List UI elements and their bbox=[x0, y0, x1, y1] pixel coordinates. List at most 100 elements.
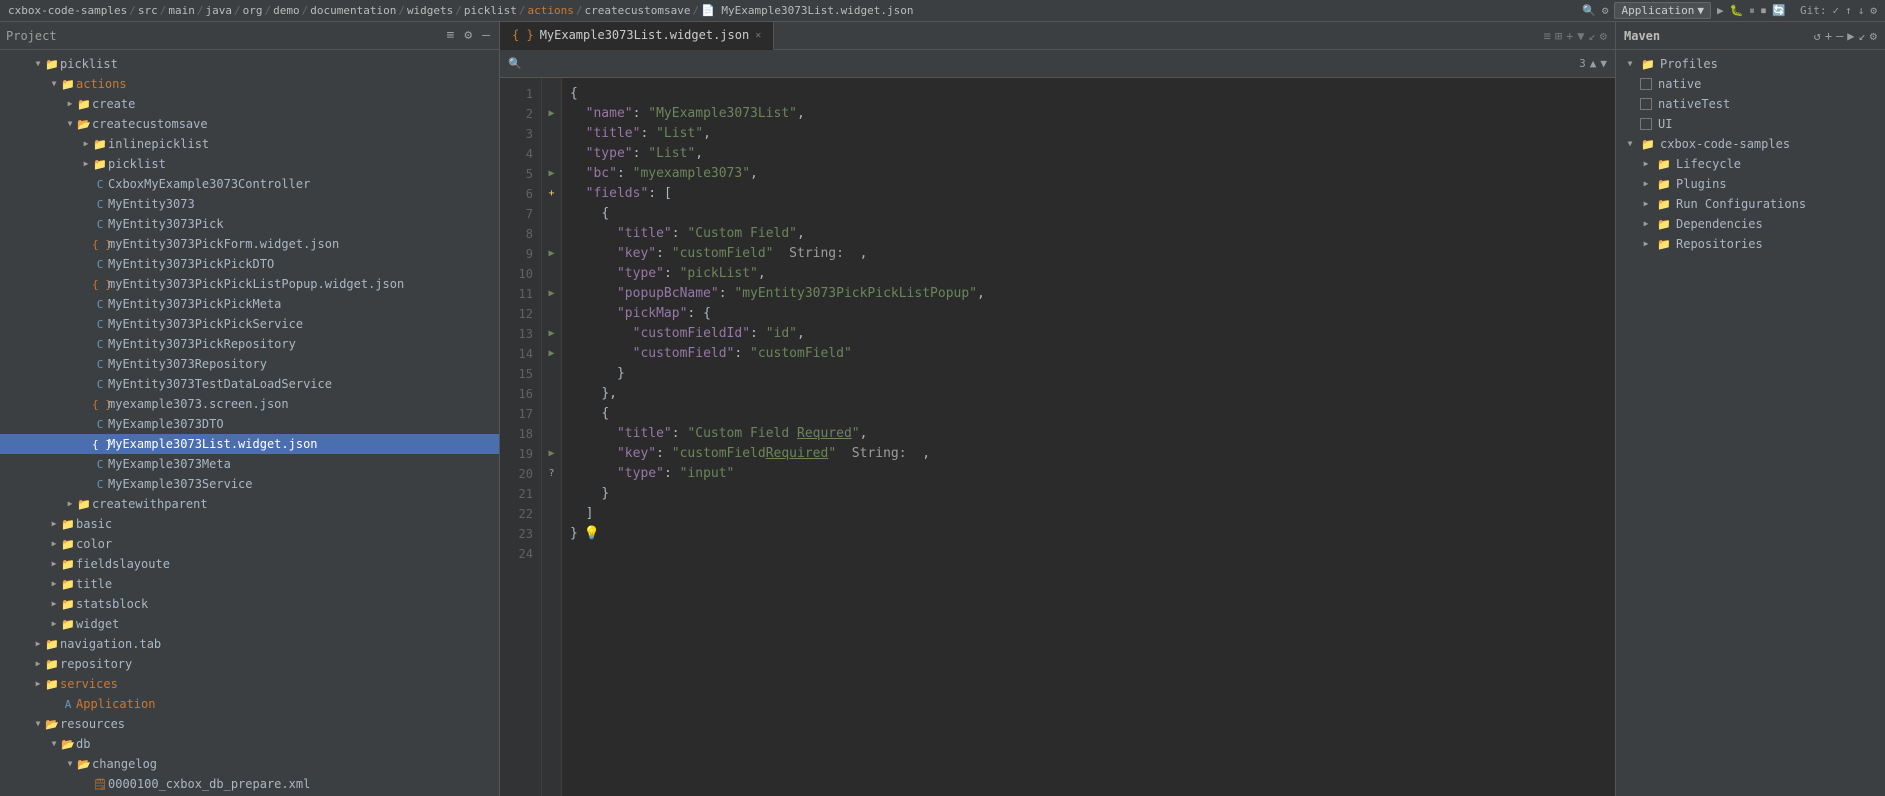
tree-item-picklist[interactable]: 📁 picklist bbox=[0, 54, 499, 74]
maven-profile-ui[interactable]: UI bbox=[1616, 114, 1885, 134]
folder-icon-changelog: 📂 bbox=[76, 758, 92, 771]
tree-item-db[interactable]: 📂 db bbox=[0, 734, 499, 754]
folder-icon-widget: 📁 bbox=[60, 618, 76, 631]
code-line-8: "title": "Custom Field", bbox=[570, 224, 1615, 244]
tree-item-pickservice[interactable]: C MyEntity3073PickPickService bbox=[0, 314, 499, 334]
code-line-18: "title": "Custom Field Requred", bbox=[570, 424, 1615, 444]
tree-item-screen[interactable]: { } myexample3073.screen.json bbox=[0, 394, 499, 414]
maven-profile-nativetest[interactable]: nativeTest bbox=[1616, 94, 1885, 114]
sidebar-layout-btn[interactable]: ≡ bbox=[444, 27, 458, 44]
code-line-23: }💡 bbox=[570, 524, 1615, 544]
java-class-icon: C bbox=[92, 478, 108, 491]
tree-item-title[interactable]: 📁 title bbox=[0, 574, 499, 594]
maven-plugins[interactable]: 📁 Plugins bbox=[1616, 174, 1885, 194]
application-dropdown[interactable]: Application ▼ bbox=[1614, 2, 1710, 19]
folder-icon-basic: 📁 bbox=[60, 518, 76, 531]
tab-label: MyExample3073List.widget.json bbox=[540, 28, 750, 42]
tree-item-createcustomsave[interactable]: 📂 createcustomsave bbox=[0, 114, 499, 134]
java-class-icon: C bbox=[92, 358, 108, 371]
tree-item-myentity3073[interactable]: C MyEntity3073 bbox=[0, 194, 499, 214]
sidebar-collapse-btn[interactable]: – bbox=[479, 27, 493, 44]
code-line-17: { bbox=[570, 404, 1615, 424]
editor-gutter: ▶ ▶ + ▶ ▶ ▶ ▶ ▶ ? bbox=[542, 78, 562, 796]
maven-run-configurations[interactable]: 📁 Run Configurations bbox=[1616, 194, 1885, 214]
tree-item-db-prepare[interactable]: 🗒 0000100_cxbox_db_prepare.xml bbox=[0, 774, 499, 794]
maven-toolbar: ↺ + – ▶ ↙ ⚙ bbox=[1814, 29, 1877, 43]
maven-panel: Maven ↺ + – ▶ ↙ ⚙ 📁 Profiles native bbox=[1615, 22, 1885, 796]
native-checkbox[interactable] bbox=[1640, 78, 1652, 90]
search-info: 3 ▲ ▼ bbox=[1579, 57, 1607, 70]
tree-item-resources[interactable]: 📂 resources bbox=[0, 714, 499, 734]
nativetest-checkbox[interactable] bbox=[1640, 98, 1652, 110]
line-numbers: 1 2 3 4 5 6 7 8 9 10 11 12 13 14 15 16 1… bbox=[500, 78, 542, 796]
maven-dependencies[interactable]: 📁 Dependencies bbox=[1616, 214, 1885, 234]
tree-item-repository2[interactable]: 📁 repository bbox=[0, 654, 499, 674]
java-class-icon-app: A bbox=[60, 698, 76, 711]
code-text[interactable]: { "name": "MyExample3073List", "title": … bbox=[562, 78, 1615, 796]
tree-item-create[interactable]: 📁 create bbox=[0, 94, 499, 114]
tree-item-actions[interactable]: 📁 actions bbox=[0, 74, 499, 94]
maven-profile-native[interactable]: native bbox=[1616, 74, 1885, 94]
tree-item-createwithparent[interactable]: 📁 createwithparent bbox=[0, 494, 499, 514]
json-icon: { } bbox=[92, 278, 108, 291]
folder-icon-run-configs: 📁 bbox=[1656, 198, 1672, 211]
folder-icon-repo: 📁 bbox=[44, 658, 60, 671]
folder-icon-title: 📁 bbox=[60, 578, 76, 591]
tree-item-dto[interactable]: C MyExample3073DTO bbox=[0, 414, 499, 434]
tree-item-picklist2[interactable]: 📁 picklist bbox=[0, 154, 499, 174]
git-label: Git: bbox=[1800, 4, 1827, 17]
sidebar-settings-btn[interactable]: ⚙ bbox=[461, 27, 475, 44]
folder-icon-lifecycle: 📁 bbox=[1656, 158, 1672, 171]
maven-repositories[interactable]: 📁 Repositories bbox=[1616, 234, 1885, 254]
editor-path-hint: 🔍 bbox=[508, 57, 522, 70]
maven-tree: 📁 Profiles native nativeTest UI 📁 bbox=[1616, 50, 1885, 796]
folder-icon-createcustomsave: 📂 bbox=[76, 118, 92, 131]
tree-item-changelog[interactable]: 📂 changelog bbox=[0, 754, 499, 774]
main-content: Project ≡ ⚙ – 📁 picklist 📁 actions bbox=[0, 22, 1885, 796]
tree-item-meta[interactable]: C MyExample3073Meta bbox=[0, 454, 499, 474]
tab-bar-controls: ≡ ⊞ + ▼ ↙ ⚙ bbox=[1544, 29, 1615, 43]
tab-close-btn[interactable]: ✕ bbox=[755, 30, 761, 41]
tree-item-picklistpopup[interactable]: { } myEntity3073PickPickListPopup.widget… bbox=[0, 274, 499, 294]
java-class-icon: C bbox=[92, 258, 108, 271]
code-editor[interactable]: 1 2 3 4 5 6 7 8 9 10 11 12 13 14 15 16 1… bbox=[500, 78, 1615, 796]
tree-item-statsblock[interactable]: 📁 statsblock bbox=[0, 594, 499, 614]
tree-item-inlinepicklist[interactable]: 📁 inlinepicklist bbox=[0, 134, 499, 154]
java-class-icon: C bbox=[92, 198, 108, 211]
tree-item-service[interactable]: C MyExample3073Service bbox=[0, 474, 499, 494]
folder-icon-repositories: 📁 bbox=[1656, 238, 1672, 251]
folder-icon-cxbox: 📁 bbox=[1640, 138, 1656, 151]
folder-icon-inlinepicklist: 📁 bbox=[92, 138, 108, 151]
tree-item-navigation-tab[interactable]: 📁 navigation.tab bbox=[0, 634, 499, 654]
code-line-21: } bbox=[570, 484, 1615, 504]
ui-checkbox[interactable] bbox=[1640, 118, 1652, 130]
tree-item-application[interactable]: A Application bbox=[0, 694, 499, 714]
tree-item-pickrepository[interactable]: C MyEntity3073PickRepository bbox=[0, 334, 499, 354]
java-class-icon: C bbox=[92, 298, 108, 311]
tree-item-myentity3073pick[interactable]: C MyEntity3073Pick bbox=[0, 214, 499, 234]
maven-profiles[interactable]: 📁 Profiles bbox=[1616, 54, 1885, 74]
folder-icon-services: 📁 bbox=[44, 678, 60, 691]
tree-item-basic[interactable]: 📁 basic bbox=[0, 514, 499, 534]
maven-cxbox-code-samples[interactable]: 📁 cxbox-code-samples bbox=[1616, 134, 1885, 154]
json-icon-selected: { } bbox=[92, 438, 108, 451]
tree-item-controller[interactable]: C CxboxMyExample3073Controller bbox=[0, 174, 499, 194]
code-line-24 bbox=[570, 544, 1615, 564]
tree-item-list-widget[interactable]: { } MyExample3073List.widget.json bbox=[0, 434, 499, 454]
tree-item-services[interactable]: 📁 services bbox=[0, 674, 499, 694]
tree-item-testdataload[interactable]: C MyEntity3073TestDataLoadService bbox=[0, 374, 499, 394]
json-icon: { } bbox=[92, 398, 108, 411]
code-line-11: "popupBcName": "myEntity3073PickPickList… bbox=[570, 284, 1615, 304]
tree-item-fieldslayoute[interactable]: 📁 fieldslayoute bbox=[0, 554, 499, 574]
editor-tab-active[interactable]: { } MyExample3073List.widget.json ✕ bbox=[500, 22, 774, 50]
tree-item-pickmeta[interactable]: C MyEntity3073PickPickMeta bbox=[0, 294, 499, 314]
tree-item-color[interactable]: 📁 color bbox=[0, 534, 499, 554]
tree-item-repository[interactable]: C MyEntity3073Repository bbox=[0, 354, 499, 374]
tree-item-widget[interactable]: 📁 widget bbox=[0, 614, 499, 634]
tree-item-pickdto[interactable]: C MyEntity3073PickPickDTO bbox=[0, 254, 499, 274]
json-icon: { } bbox=[92, 238, 108, 251]
tree-item-pickform[interactable]: { } myEntity3073PickForm.widget.json bbox=[0, 234, 499, 254]
code-line-22: ] bbox=[570, 504, 1615, 524]
code-line-14: "customField": "customField" bbox=[570, 344, 1615, 364]
maven-lifecycle[interactable]: 📁 Lifecycle bbox=[1616, 154, 1885, 174]
